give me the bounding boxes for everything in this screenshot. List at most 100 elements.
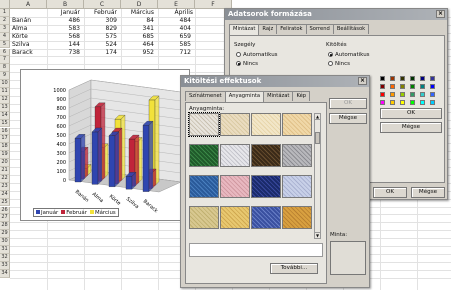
cell-value[interactable]: 952 [122,49,154,57]
texture-swatch[interactable] [189,144,219,167]
cell-value[interactable]: 341 [122,25,154,33]
color-swatch[interactable] [400,76,405,81]
column-header-d[interactable]: D [121,0,158,9]
cell-value[interactable]: 174 [85,49,117,57]
color-swatch[interactable] [380,100,385,105]
fill-dialog-titlebar[interactable]: Kitöltési effektusok × [181,76,369,87]
row-header[interactable]: 11 [0,88,10,96]
color-swatch[interactable] [400,100,405,105]
cell-row-name[interactable]: Körte [12,33,46,41]
select-all-corner[interactable] [0,0,10,9]
color-swatch[interactable] [410,92,415,97]
scroll-up-icon[interactable]: ▲ [315,114,320,120]
tab-kep[interactable]: Kép [292,91,311,101]
color-swatch[interactable] [430,76,435,81]
texture-swatch[interactable] [251,144,281,167]
cell-value[interactable]: 144 [48,41,80,49]
border-none-option[interactable]: Nincs [236,61,258,67]
cell-value[interactable]: 659 [159,33,191,41]
row-header[interactable]: 7 [0,56,10,65]
color-swatch[interactable] [380,84,385,89]
row-header[interactable]: 29 [0,230,10,239]
row-header[interactable]: 24 [0,190,10,199]
tab-sorrend[interactable]: Sorrend [305,24,334,34]
texture-swatch[interactable] [282,113,312,136]
row-header[interactable]: 4 [0,32,10,41]
color-swatch[interactable] [420,92,425,97]
row-header[interactable]: 8 [0,64,10,73]
format-side-ok-button[interactable]: OK [380,108,442,119]
cell-value[interactable]: 464 [122,41,154,49]
texture-swatch[interactable] [251,206,281,229]
texture-swatch[interactable] [251,175,281,198]
cell-value[interactable]: 685 [122,33,154,41]
row-header[interactable]: 12 [0,95,10,104]
cell-value[interactable]: 738 [48,49,80,57]
row-header[interactable]: 22 [0,174,10,183]
bar-chart-3d[interactable]: 0 100 200 300 400 500 600 700 800 900 1000 Banán Alm… [21,70,191,222]
tab-mintazat[interactable]: Mintázat [229,24,260,35]
color-swatch[interactable] [420,84,425,89]
fill-none-option[interactable]: Nincs [328,61,350,67]
texture-swatch[interactable] [220,175,250,198]
row-header[interactable]: 9 [0,72,10,81]
color-swatch[interactable] [390,84,395,89]
row-header[interactable]: 14 [0,111,10,120]
color-swatch[interactable] [390,100,395,105]
color-swatch[interactable] [420,76,425,81]
row-header[interactable]: 10 [0,80,10,88]
color-swatch[interactable] [390,76,395,81]
format-side-cancel-button[interactable]: Mégse [380,122,442,133]
color-swatch[interactable] [400,84,405,89]
border-auto-option[interactable]: Automatikus [236,52,278,58]
tab-szinatmenet[interactable]: Színátmenet [185,91,226,101]
cell-row-name[interactable]: Alma [12,25,46,33]
row-header[interactable]: 13 [0,103,10,112]
texture-swatch[interactable] [282,144,312,167]
row-header[interactable]: 2 [0,16,10,25]
row-header[interactable]: 33 [0,261,10,270]
more-textures-button[interactable]: További... [270,263,318,274]
texture-scrollbar[interactable]: ▲ ▼ [314,113,321,239]
row-header[interactable]: 20 [0,159,10,167]
tab-beallitasok[interactable]: Beállítások [332,24,370,34]
row-header[interactable]: 31 [0,246,10,254]
tab-feliratok[interactable]: Feliratok [276,24,307,34]
border-auto-radio[interactable] [236,52,241,57]
cell-value[interactable]: 524 [85,41,117,49]
cell-value[interactable]: 575 [85,33,117,41]
cell-row-name[interactable]: Szilva [12,41,46,49]
row-header[interactable]: 26 [0,206,10,215]
texture-swatch[interactable] [251,113,281,136]
color-swatch[interactable] [430,84,435,89]
format-ok-button[interactable]: OK [373,187,407,198]
cell-value[interactable]: 712 [159,49,191,57]
row-header[interactable]: 34 [0,269,10,278]
column-header-e[interactable]: E [158,0,195,9]
cell-value[interactable]: 84 [122,17,154,25]
color-swatch[interactable] [430,100,435,105]
texture-swatch[interactable] [188,112,220,137]
scroll-thumb[interactable] [315,132,320,144]
cell-value[interactable]: 829 [85,25,117,33]
texture-swatch[interactable] [189,206,219,229]
row-header[interactable]: 23 [0,182,10,191]
fill-none-radio[interactable] [328,61,333,66]
cell-header-jan[interactable]: Január [48,9,80,17]
chart-area[interactable]: 0 100 200 300 400 500 600 700 800 900 1000 Banán Alm… [20,69,190,221]
fill-auto-option[interactable]: Automatikus [328,52,370,58]
cell-value[interactable]: 585 [159,41,191,49]
color-swatch[interactable] [410,84,415,89]
row-header[interactable]: 5 [0,40,10,49]
fill-cancel-button[interactable]: Mégse [329,113,367,124]
tab-rajz[interactable]: Rajz [258,24,278,34]
cell-value[interactable]: 404 [159,25,191,33]
cell-value[interactable]: 309 [85,17,117,25]
format-cancel-button[interactable]: Mégse [411,187,445,198]
texture-swatch[interactable] [282,175,312,198]
cell-value[interactable]: 583 [48,25,80,33]
cell-value[interactable]: 568 [48,33,80,41]
cell-header-mar[interactable]: Március [122,9,154,17]
cell-value[interactable]: 486 [48,17,80,25]
column-header-c[interactable]: C [84,0,121,9]
